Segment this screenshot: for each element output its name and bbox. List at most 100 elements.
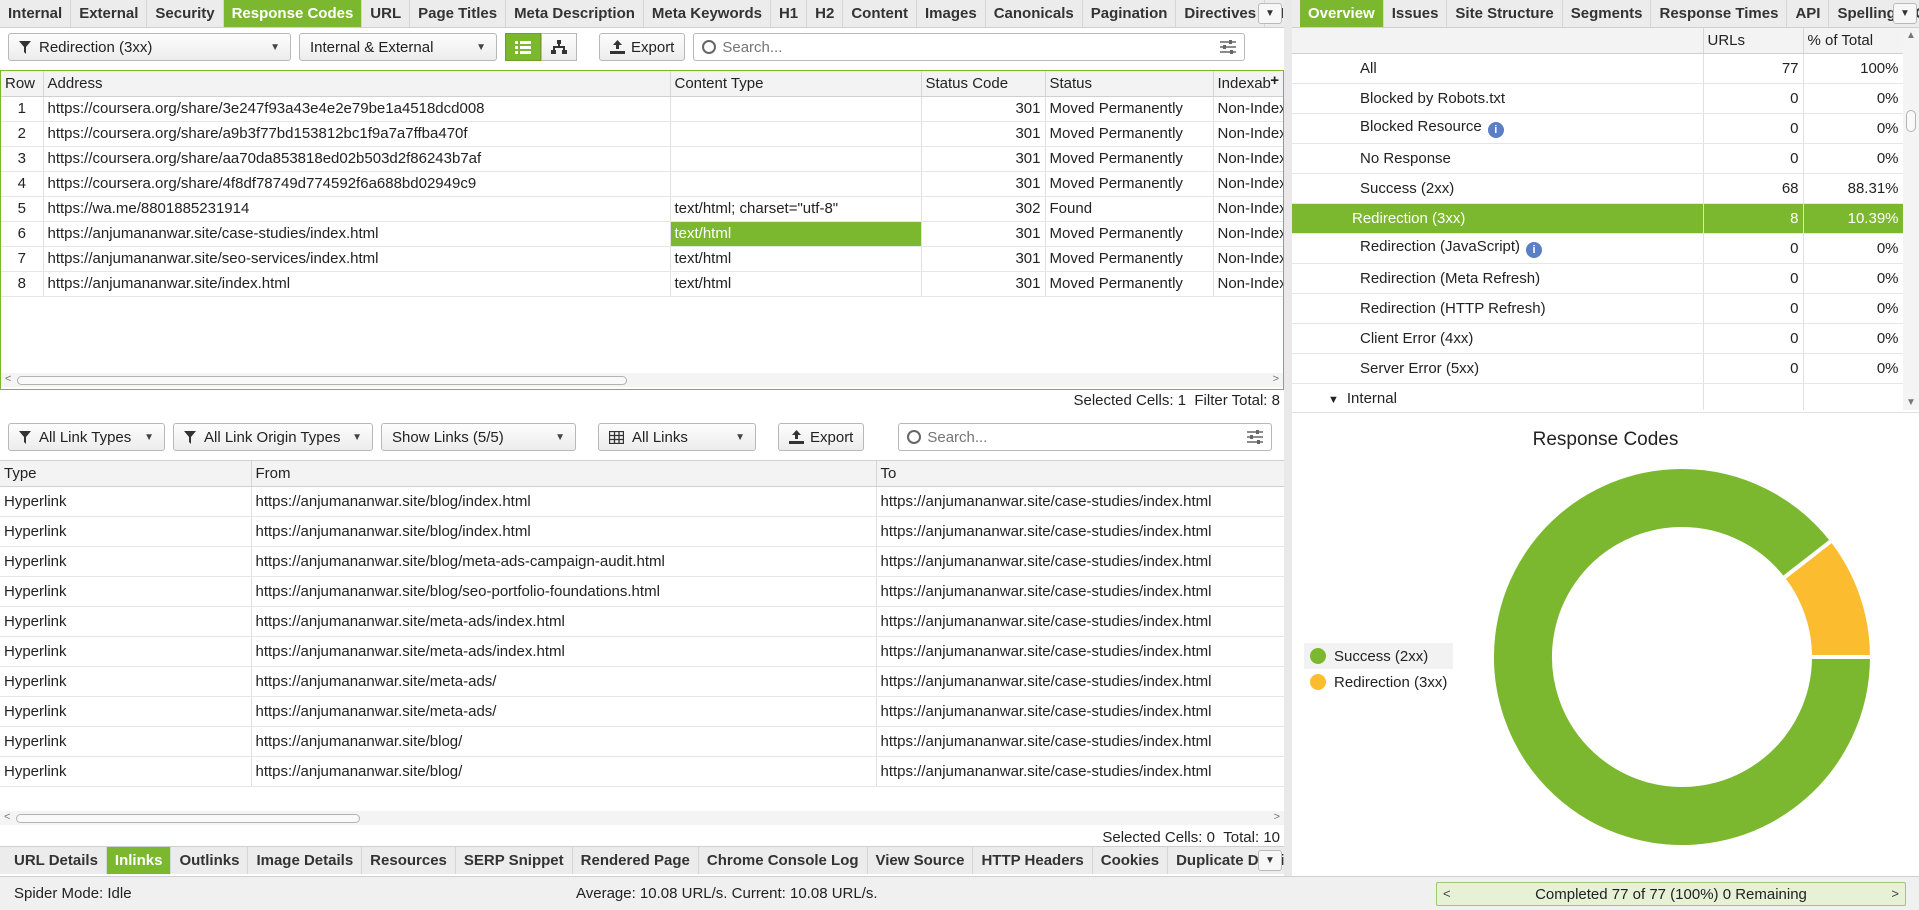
table-row[interactable]: Hyperlink https://anjumananwar.site/blog/… (0, 546, 1284, 577)
overview-row-client-error-4xx[interactable]: Client Error (4xx) 0 0% (1292, 323, 1904, 354)
table-cell[interactable]: Found (1045, 196, 1214, 222)
tab-directives[interactable]: Directives (1176, 0, 1266, 27)
table-cell[interactable]: https://anjumananwar.site/case-studies/i… (876, 666, 1284, 697)
table-row[interactable]: Hyperlink https://anjumananwar.site/blog/… (0, 516, 1284, 547)
info-icon[interactable]: i (1487, 122, 1504, 138)
tab-page-titles[interactable]: Page Titles (410, 0, 507, 27)
table-cell[interactable] (670, 121, 922, 147)
bottom-tab-cookies[interactable]: Cookies (1093, 847, 1169, 874)
search-options-icon[interactable] (1220, 40, 1237, 54)
table-row[interactable]: 6 https://anjumananwar.site/case-studies/… (1, 221, 1283, 247)
right-tab-segments[interactable]: Segments (1563, 0, 1652, 27)
table-cell[interactable]: https://coursera.org/share/a9b3f77bd1538… (43, 121, 671, 147)
add-column-icon[interactable]: + (1270, 72, 1279, 89)
table-cell[interactable]: 301 (921, 271, 1046, 297)
table-cell[interactable]: Moved Permanently (1045, 221, 1214, 247)
table-cell[interactable]: Moved Permanently (1045, 146, 1214, 172)
scroll-right-icon[interactable]: > (1273, 373, 1279, 385)
table-cell[interactable]: Hyperlink (0, 756, 252, 787)
tab-h1[interactable]: H1 (771, 0, 808, 27)
overview-row-redirection-meta-refresh[interactable]: Redirection (Meta Refresh) 0 0% (1292, 263, 1904, 294)
link-types-dropdown[interactable]: All Link Types ▼ (8, 423, 165, 451)
table-cell[interactable]: Moved Permanently (1045, 271, 1214, 297)
export-button[interactable]: Export (599, 33, 686, 61)
panel-divider[interactable] (1284, 0, 1292, 876)
link-origin-dropdown[interactable]: All Link Origin Types ▼ (173, 423, 373, 451)
overview-group-internal[interactable]: ▼ Internal (1292, 383, 1904, 410)
bottom-tab-chrome-console-log[interactable]: Chrome Console Log (699, 847, 868, 874)
overview-row-redirection-http-refresh[interactable]: Redirection (HTTP Refresh) 0 0% (1292, 293, 1904, 324)
bottom-tabs-overflow-button[interactable]: ▼ (1258, 850, 1282, 871)
column-header-from[interactable]: From (251, 461, 877, 487)
table-cell[interactable]: https://anjumananwar.site/meta-ads/index… (251, 606, 877, 637)
links-table-hscroll[interactable]: < > (0, 811, 1284, 825)
column-header-content-type[interactable]: Content Type (670, 71, 922, 97)
table-row[interactable]: 8 https://anjumananwar.site/index.html tex… (1, 271, 1283, 297)
overview-row-all[interactable]: All 77 100% (1292, 53, 1904, 84)
table-cell[interactable]: https://wa.me/8801885231914 (43, 196, 671, 222)
table-cell[interactable]: Hyperlink (0, 696, 252, 727)
right-tab-response-times[interactable]: Response Times (1651, 0, 1788, 27)
table-cell[interactable]: https://coursera.org/share/aa70da853818e… (43, 146, 671, 172)
table-cell[interactable]: https://anjumananwar.site/case-studies/i… (876, 636, 1284, 667)
tab-response-codes[interactable]: Response Codes (223, 0, 363, 27)
table-cell[interactable]: 5 (1, 196, 44, 222)
table-cell[interactable]: 7 (1, 246, 44, 272)
table-cell[interactable]: https://anjumananwar.site/index.html (43, 271, 671, 297)
column-header-status[interactable]: Status (1045, 71, 1214, 97)
table-cell[interactable]: 3 (1, 146, 44, 172)
table-row[interactable]: 4 https://coursera.org/share/4f8df78749d7… (1, 171, 1283, 197)
right-tab-site-structure[interactable]: Site Structure (1447, 0, 1563, 27)
bottom-tab-inlinks[interactable]: Inlinks (106, 847, 172, 874)
table-cell[interactable]: 301 (921, 146, 1046, 172)
table-row[interactable]: Hyperlink https://anjumananwar.site/blog/… (0, 726, 1284, 757)
table-cell[interactable]: Non-Index (1213, 221, 1283, 247)
links-search[interactable] (898, 423, 1273, 451)
column-header-status-code[interactable]: Status Code (921, 71, 1046, 97)
table-row[interactable]: 7 https://anjumananwar.site/seo-services/… (1, 246, 1283, 272)
table-cell[interactable]: https://anjumananwar.site/case-studies/i… (876, 726, 1284, 757)
overview-row-server-error-5xx[interactable]: Server Error (5xx) 0 0% (1292, 353, 1904, 384)
table-cell[interactable]: Moved Permanently (1045, 246, 1214, 272)
donut-slice-success-2xx[interactable] (1490, 465, 1875, 849)
right-tabs-overflow-button[interactable]: ▼ (1893, 3, 1917, 24)
tab-content[interactable]: Content (843, 0, 917, 27)
table-cell[interactable]: 2 (1, 121, 44, 147)
all-links-dropdown[interactable]: All Links ▼ (598, 423, 756, 451)
scroll-thumb[interactable] (17, 376, 627, 385)
table-cell[interactable]: https://anjumananwar.site/blog/ (251, 726, 877, 757)
table-cell[interactable]: Moved Permanently (1045, 121, 1214, 147)
table-row[interactable]: 3 https://coursera.org/share/aa70da853818… (1, 146, 1283, 172)
overview-row-blocked-by-robots-txt[interactable]: Blocked by Robots.txt 0 0% (1292, 83, 1904, 114)
legend-item[interactable]: Redirection (3xx) (1304, 669, 1453, 695)
table-cell[interactable]: text/html (670, 221, 922, 247)
table-cell[interactable]: Non-Index (1213, 171, 1283, 197)
tab-internal[interactable]: Internal (0, 0, 72, 27)
table-cell[interactable]: 4 (1, 171, 44, 197)
table-cell[interactable]: https://anjumananwar.site/blog/ (251, 756, 877, 787)
table-row[interactable]: Hyperlink https://anjumananwar.site/meta-… (0, 636, 1284, 667)
table-cell[interactable]: 302 (921, 196, 1046, 222)
bottom-tab-url-details[interactable]: URL Details (6, 847, 107, 874)
table-row[interactable]: 5 https://wa.me/8801885231914 text/html; c… (1, 196, 1283, 222)
bottom-tab-view-source[interactable]: View Source (868, 847, 974, 874)
tab-meta-description[interactable]: Meta Description (506, 0, 644, 27)
table-cell[interactable]: 6 (1, 221, 44, 247)
overview-row-blocked-resource[interactable]: Blocked Resource i 0 0% (1292, 113, 1904, 144)
table-cell[interactable]: https://anjumananwar.site/case-studies/i… (876, 486, 1284, 517)
tab-external[interactable]: External (71, 0, 148, 27)
overview-header-of-total[interactable]: % of Total (1803, 28, 1904, 54)
column-header-address[interactable]: Address (43, 71, 671, 97)
right-tab-api[interactable]: API (1787, 0, 1830, 27)
table-cell[interactable]: Hyperlink (0, 546, 252, 577)
table-cell[interactable]: Hyperlink (0, 726, 252, 757)
scroll-up-icon[interactable]: ▲ (1906, 30, 1916, 41)
table-cell[interactable]: Hyperlink (0, 486, 252, 517)
table-row[interactable]: 2 https://coursera.org/share/a9b3f77bd153… (1, 121, 1283, 147)
bottom-tab-resources[interactable]: Resources (362, 847, 456, 874)
main-search-input[interactable] (722, 38, 1237, 56)
table-cell[interactable]: https://anjumananwar.site/blog/index.htm… (251, 486, 877, 517)
table-cell[interactable]: https://anjumananwar.site/case-studies/i… (43, 221, 671, 247)
legend-item[interactable]: Success (2xx) (1304, 643, 1454, 669)
table-cell[interactable]: https://anjumananwar.site/meta-ads/ (251, 696, 877, 727)
